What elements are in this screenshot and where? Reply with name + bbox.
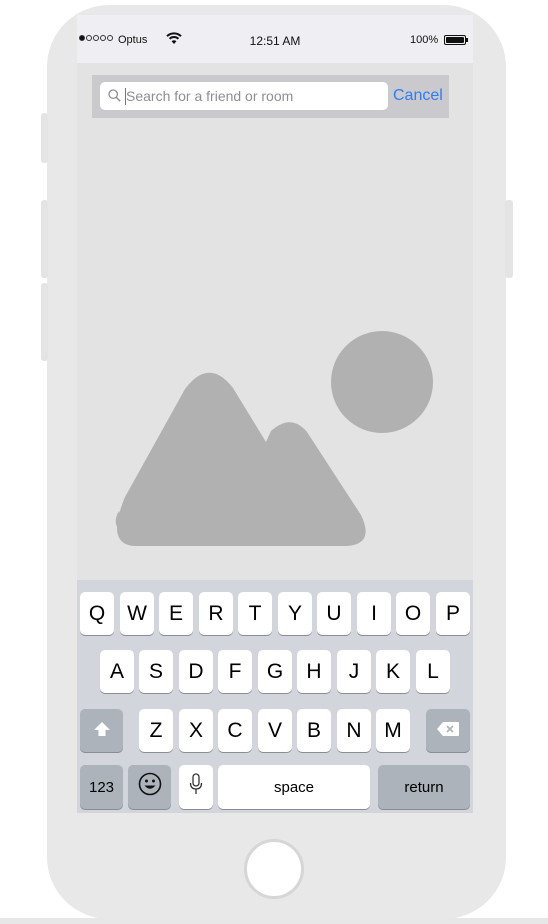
- emoji-icon: [138, 772, 162, 802]
- key-y[interactable]: Y: [278, 592, 312, 635]
- key-f[interactable]: F: [218, 650, 252, 693]
- search-icon: [108, 89, 121, 107]
- key-v[interactable]: V: [258, 709, 292, 752]
- numbers-key[interactable]: 123: [80, 765, 123, 809]
- space-key[interactable]: space: [218, 765, 370, 809]
- key-r[interactable]: R: [199, 592, 233, 635]
- mute-switch: [41, 113, 48, 163]
- key-e[interactable]: E: [159, 592, 193, 635]
- search-bar: Search for a friend or room Cancel: [92, 75, 449, 118]
- key-w[interactable]: W: [120, 592, 154, 635]
- key-j[interactable]: J: [337, 650, 371, 693]
- key-z[interactable]: Z: [139, 709, 173, 752]
- phone-screen: Optus 12:51 AM 100% Search for a friend …: [77, 15, 473, 813]
- shift-icon: [93, 719, 111, 743]
- search-placeholder: Search for a friend or room: [126, 88, 294, 104]
- key-t[interactable]: T: [238, 592, 272, 635]
- status-bar: Optus 12:51 AM 100%: [77, 15, 473, 63]
- key-h[interactable]: H: [297, 650, 331, 693]
- power-button: [505, 200, 513, 278]
- backspace-key[interactable]: [426, 709, 470, 752]
- key-o[interactable]: O: [396, 592, 430, 635]
- key-l[interactable]: L: [416, 650, 450, 693]
- key-a[interactable]: A: [100, 650, 134, 693]
- battery-percentage: 100%: [410, 34, 439, 46]
- shift-key[interactable]: [80, 709, 123, 752]
- key-m[interactable]: M: [376, 709, 410, 752]
- cancel-button[interactable]: Cancel: [393, 87, 443, 105]
- key-c[interactable]: C: [218, 709, 252, 752]
- key-k[interactable]: K: [376, 650, 410, 693]
- battery-icon: [444, 35, 468, 45]
- key-i[interactable]: I: [357, 592, 391, 635]
- key-x[interactable]: X: [179, 709, 213, 752]
- volume-down-button: [41, 283, 48, 361]
- backspace-icon: [436, 719, 460, 743]
- image-placeholder-icon: [115, 331, 433, 546]
- microphone-key[interactable]: [179, 765, 213, 809]
- key-u[interactable]: U: [317, 592, 351, 635]
- key-g[interactable]: G: [258, 650, 292, 693]
- emoji-key[interactable]: [128, 765, 171, 809]
- key-p[interactable]: P: [436, 592, 470, 635]
- key-d[interactable]: D: [179, 650, 213, 693]
- key-n[interactable]: N: [337, 709, 371, 752]
- return-key[interactable]: return: [378, 765, 470, 809]
- key-s[interactable]: S: [139, 650, 173, 693]
- home-button[interactable]: [244, 839, 304, 899]
- volume-up-button: [41, 200, 48, 278]
- key-q[interactable]: Q: [80, 592, 114, 635]
- microphone-icon: [189, 773, 203, 801]
- search-input[interactable]: Search for a friend or room: [100, 82, 388, 110]
- keyboard: Q W E R T Y U I O P A S D F G H J K L Z …: [77, 580, 473, 813]
- key-b[interactable]: B: [297, 709, 331, 752]
